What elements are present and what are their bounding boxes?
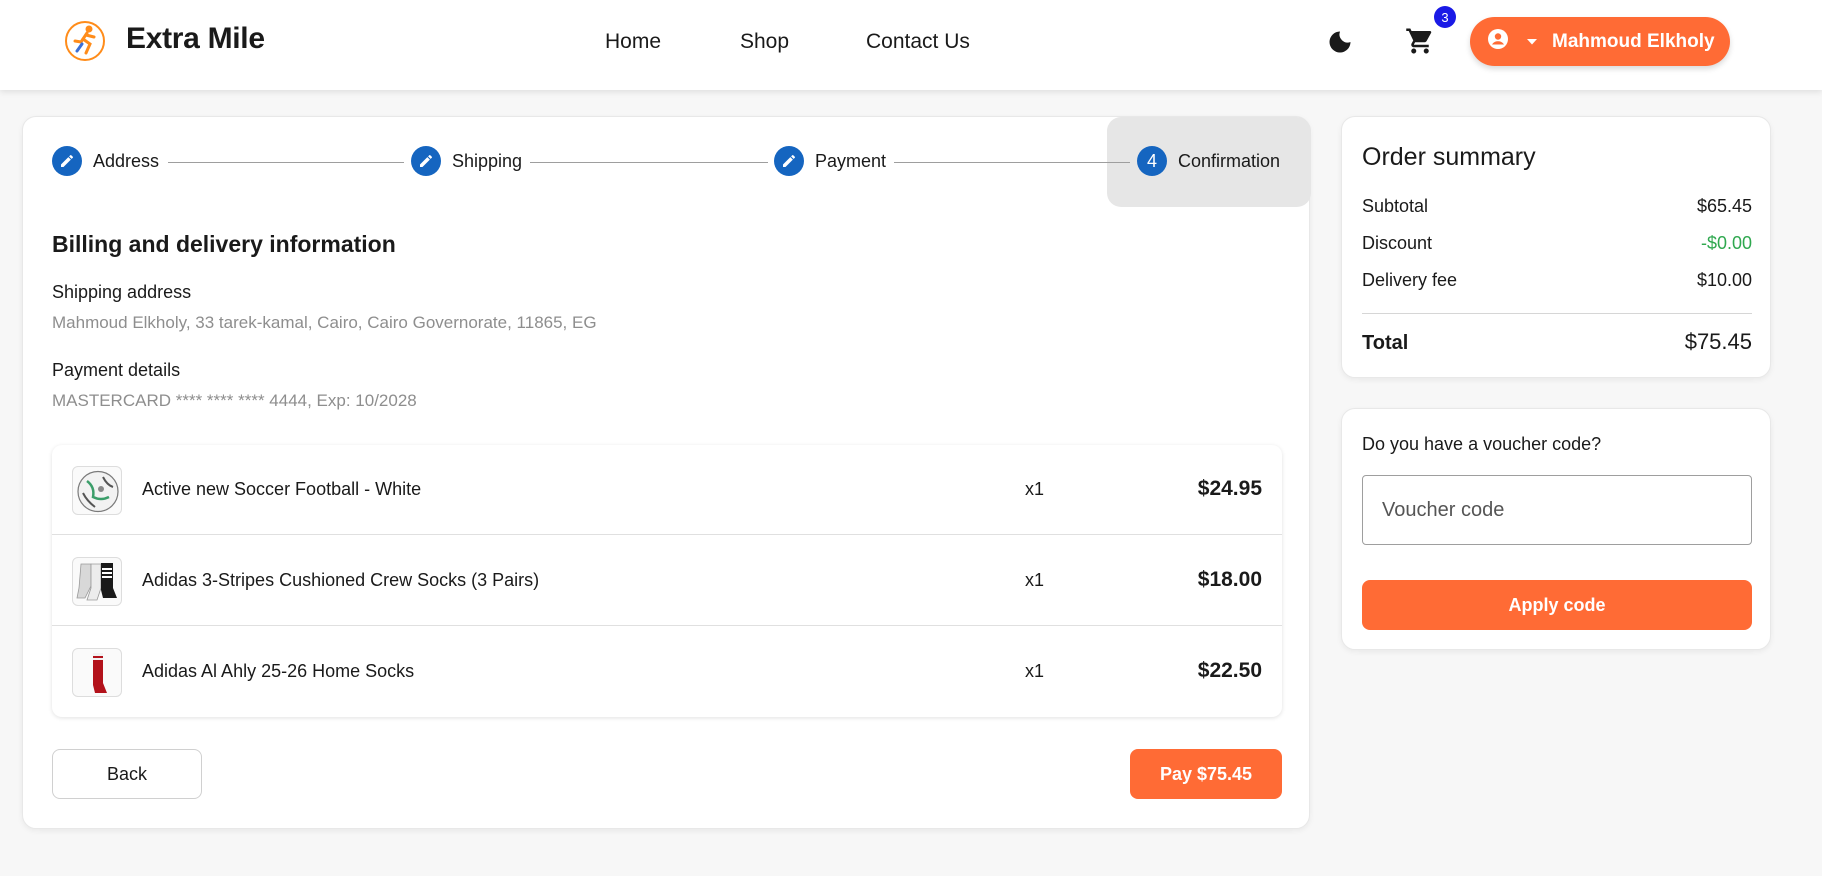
top-header: Extra Mile Home Shop Contact Us 3 Mahmou… bbox=[0, 0, 1822, 90]
user-name: Mahmoud Elkholy bbox=[1552, 30, 1715, 52]
subtotal-row: Subtotal $65.45 bbox=[1362, 196, 1752, 217]
moon-icon[interactable] bbox=[1326, 28, 1354, 56]
step-label: Shipping bbox=[452, 150, 523, 171]
checkout-card: Address Shipping Payment 4 Confirmation … bbox=[22, 116, 1311, 829]
shipping-address-label: Shipping address bbox=[52, 282, 192, 302]
edit-icon bbox=[52, 146, 82, 176]
order-summary-card: Order summary Subtotal $65.45 Discount -… bbox=[1341, 116, 1771, 378]
list-item[interactable]: Active new Soccer Football - White x1 $2… bbox=[52, 445, 1282, 535]
account-circle-icon bbox=[1486, 27, 1510, 56]
list-item[interactable]: Adidas Al Ahly 25-26 Home Socks x1 $22.5… bbox=[52, 627, 1282, 717]
pay-button[interactable]: Pay $75.45 bbox=[1130, 749, 1282, 799]
item-name: Active new Soccer Football - White bbox=[142, 479, 422, 499]
user-menu-button[interactable]: Mahmoud Elkholy bbox=[1470, 17, 1730, 66]
nav-contact-us[interactable]: Contact Us bbox=[866, 30, 970, 54]
back-button[interactable]: Back bbox=[52, 749, 202, 799]
voucher-card: Do you have a voucher code? Apply code bbox=[1341, 408, 1771, 650]
caret-down-icon bbox=[1526, 38, 1538, 46]
nav-shop[interactable]: Shop bbox=[740, 30, 789, 54]
item-name: Adidas 3-Stripes Cushioned Crew Socks (3… bbox=[142, 570, 540, 590]
crew-socks-thumbnail bbox=[72, 557, 122, 606]
delivery-fee-row: Delivery fee $10.00 bbox=[1362, 270, 1752, 291]
brand-name[interactable]: Extra Mile bbox=[126, 22, 265, 56]
item-quantity: x1 bbox=[1025, 479, 1045, 499]
total-label: Total bbox=[1362, 332, 1409, 354]
step-connector bbox=[530, 162, 768, 163]
item-quantity: x1 bbox=[1025, 570, 1045, 590]
item-name: Adidas Al Ahly 25-26 Home Socks bbox=[142, 661, 415, 681]
edit-icon bbox=[411, 146, 441, 176]
apply-code-button[interactable]: Apply code bbox=[1362, 580, 1752, 630]
edit-icon bbox=[774, 146, 804, 176]
step-number: 4 bbox=[1137, 146, 1167, 176]
red-socks-thumbnail bbox=[72, 648, 122, 697]
delivery-fee-value: $10.00 bbox=[1696, 270, 1752, 290]
voucher-question: Do you have a voucher code? bbox=[1362, 434, 1602, 454]
voucher-code-input[interactable] bbox=[1362, 475, 1752, 545]
step-shipping[interactable]: Shipping bbox=[411, 145, 522, 177]
item-price: $24.95 bbox=[1197, 477, 1262, 500]
total-row: Total $75.45 bbox=[1362, 329, 1752, 355]
summary-title: Order summary bbox=[1362, 143, 1536, 171]
item-price: $22.50 bbox=[1197, 659, 1262, 682]
order-items-list: Active new Soccer Football - White x1 $2… bbox=[52, 445, 1282, 717]
step-connector bbox=[894, 162, 1130, 163]
item-price: $18.00 bbox=[1197, 568, 1262, 591]
cart-icon[interactable] bbox=[1405, 26, 1435, 56]
total-value: $75.45 bbox=[1684, 329, 1752, 354]
subtotal-label: Subtotal bbox=[1362, 196, 1429, 216]
list-item[interactable]: Adidas 3-Stripes Cushioned Crew Socks (3… bbox=[52, 536, 1282, 626]
payment-details-label: Payment details bbox=[52, 360, 181, 380]
section-title: Billing and delivery information bbox=[52, 231, 396, 257]
step-connector bbox=[168, 162, 404, 163]
runner-logo-icon[interactable] bbox=[64, 20, 106, 62]
subtotal-value: $65.45 bbox=[1696, 196, 1752, 216]
summary-divider bbox=[1362, 313, 1752, 314]
item-quantity: x1 bbox=[1025, 661, 1045, 681]
delivery-fee-label: Delivery fee bbox=[1362, 270, 1458, 290]
step-label: Payment bbox=[815, 150, 887, 171]
step-confirmation[interactable]: 4 Confirmation bbox=[1137, 145, 1280, 177]
payment-details-value: MASTERCARD **** **** **** 4444, Exp: 10/… bbox=[52, 391, 417, 410]
step-payment[interactable]: Payment bbox=[774, 145, 886, 177]
step-label: Confirmation bbox=[1178, 150, 1281, 171]
soccer-ball-thumbnail bbox=[72, 466, 122, 515]
nav-home[interactable]: Home bbox=[605, 30, 661, 54]
discount-value: -$0.00 bbox=[1700, 233, 1752, 253]
step-label: Address bbox=[93, 150, 160, 171]
discount-label: Discount bbox=[1362, 233, 1433, 253]
discount-row: Discount -$0.00 bbox=[1362, 233, 1752, 254]
shipping-address-value: Mahmoud Elkholy, 33 tarek-kamal, Cairo, … bbox=[52, 313, 597, 332]
cart-count-badge: 3 bbox=[1434, 6, 1456, 28]
step-address[interactable]: Address bbox=[52, 145, 159, 177]
